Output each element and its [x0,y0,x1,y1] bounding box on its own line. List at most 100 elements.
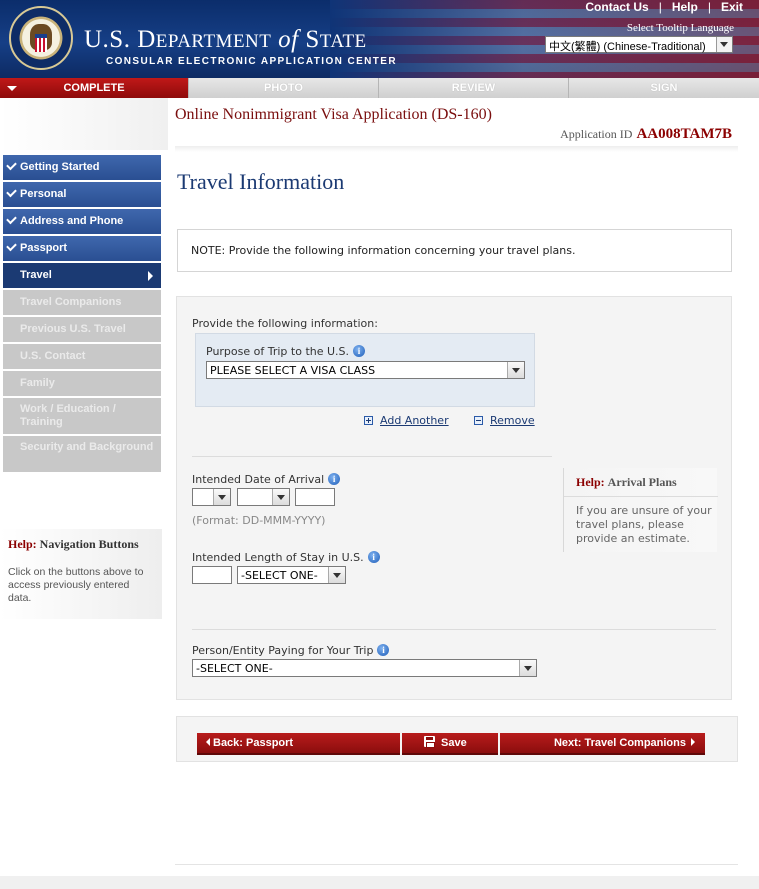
sidebar-nav: Getting Started Personal Address and Pho… [3,155,161,474]
save-button[interactable]: Save [402,733,498,755]
info-icon[interactable]: i [377,644,390,656]
sidebar-item-label: Security and Background [20,441,154,453]
sidebar-item-label: Passport [20,242,68,254]
divider [192,629,716,630]
arrival-help-panel: Help: Arrival Plans If you are unsure of… [563,468,718,552]
page-title: Travel Information [177,169,345,194]
remove-link[interactable]: Remove [474,414,535,427]
info-icon[interactable]: i [328,473,341,485]
sidebar-item-address-and-phone[interactable]: Address and Phone [3,209,161,234]
application-id-value: AA008TAM7B [636,126,732,142]
sidebar-item-label: Personal [20,188,67,200]
sidebar-item-label: Address and Phone [20,215,124,227]
help-link[interactable]: Help [662,0,708,16]
help-title-text: Arrival Plans [607,475,677,489]
step-complete[interactable]: COMPLETE [0,78,189,98]
back-button-label: Back: Passport [213,737,294,749]
sidebar-item-travel-companions: Travel Companions [3,290,161,315]
purpose-select[interactable]: PLEASE SELECT A VISA CLASS [206,361,525,379]
sidebar-item-label: Family [20,377,55,389]
divider [564,496,718,497]
chevron-down-icon[interactable] [507,362,524,378]
purpose-group: Purpose of Trip to the U.S. i PLEASE SELE… [195,333,535,407]
minus-square-icon [474,416,483,425]
title-us: U.S. D [84,26,156,53]
payer-label-text: Person/Entity Paying for Your Trip [192,644,374,657]
sidebar-item-passport[interactable]: Passport [3,236,161,261]
application-title: Online Nonimmigrant Visa Application (DS… [175,106,492,123]
step-sign: SIGN [569,78,759,98]
arrival-label: Intended Date of Arrival i [192,473,341,486]
purpose-label-text: Purpose of Trip to the U.S. [206,345,350,358]
stay-unit-select[interactable]: -SELECT ONE- [237,566,346,584]
sidebar-item-label: Getting Started [20,161,100,173]
application-id: Application ID AA008TAM7B [560,126,732,143]
sidebar-item-travel[interactable]: Travel [3,263,161,288]
help-prefix: Help: [576,475,605,489]
chevron-down-icon[interactable] [328,567,345,583]
payer-label: Person/Entity Paying for Your Trip i [192,644,390,657]
note-box: NOTE: Provide the following information … [177,229,732,272]
add-another-label: Add Another [380,414,449,427]
chevron-down-icon[interactable] [519,660,536,676]
info-icon[interactable]: i [353,345,366,357]
contact-us-link[interactable]: Contact Us [575,0,658,16]
help-title: Help: Navigation Buttons [8,537,162,552]
arrival-help-title: Help: Arrival Plans [576,475,717,490]
arrival-day-select[interactable] [192,488,231,506]
stay-length-input[interactable] [192,566,232,584]
check-icon [6,213,17,225]
sidebar-item-getting-started[interactable]: Getting Started [3,155,161,180]
info-icon[interactable]: i [367,551,380,563]
title-of: of [278,26,299,53]
chevron-down-icon[interactable] [213,489,230,505]
chevron-down-icon[interactable] [716,37,732,52]
next-button[interactable]: Next: Travel Companions [500,733,705,755]
stay-label-text: Intended Length of Stay in U.S. [192,551,364,564]
title-state: TATE [319,31,367,52]
footer-divider [175,864,738,865]
sidebar-item-label: Previous U.S. Travel [20,323,126,335]
site-title: U.S. DEPARTMENT of STATE [84,26,367,54]
language-value: 中文(繁體) (Chinese-Traditional) [549,41,706,53]
chevron-down-icon[interactable] [272,489,289,505]
help-text: Click on the buttons above to access pre… [8,566,144,604]
check-icon [6,159,17,171]
sidebar-item-label: Work / Education / Training [20,403,116,428]
footer-strip [0,876,759,889]
divider [192,456,552,457]
exit-link[interactable]: Exit [711,0,753,16]
top-links: Contact Us | Help | Exit [575,0,753,16]
chevron-left-icon [206,738,210,746]
sidebar-item-personal[interactable]: Personal [3,182,161,207]
arrival-label-text: Intended Date of Arrival [192,473,325,486]
travel-form: Provide the following information: Purpo… [176,296,732,700]
site-subtitle: CONSULAR ELECTRONIC APPLICATION CENTER [106,56,397,67]
arrival-year-input[interactable] [295,488,335,506]
title-department: EPARTMENT [155,31,272,52]
payer-select[interactable]: -SELECT ONE- [192,659,537,677]
site-header: Contact Us | Help | Exit U.S. DEPARTMENT… [0,0,759,78]
chevron-right-icon [148,271,153,281]
sidebar-item-family: Family [3,371,161,396]
arrival-month-select[interactable] [237,488,290,506]
sidebar-fade [0,98,168,150]
department-seal-icon [9,6,73,70]
arrival-help-text: If you are unsure of your travel plans, … [576,504,712,545]
form-intro: Provide the following information: [192,317,378,330]
help-title-text: Navigation Buttons [39,537,139,551]
title-s: S [305,26,320,53]
navigation-help-panel: Help: Navigation Buttons Click on the bu… [0,529,162,619]
sidebar-item-security: Security and Background [3,436,161,472]
purpose-label: Purpose of Trip to the U.S. i [206,345,366,358]
step-photo: PHOTO [189,78,379,98]
tooltip-language-label: Select Tooltip Language [626,22,734,34]
check-icon [6,240,17,252]
check-icon [6,186,17,198]
chevron-right-icon [691,738,695,746]
sidebar-item-label: Travel [20,269,52,281]
tooltip-language-select[interactable]: 中文(繁體) (Chinese-Traditional) [545,36,733,53]
next-button-label: Next: Travel Companions [553,737,686,749]
add-another-link[interactable]: Add Another [364,414,449,427]
back-button[interactable]: Back: Passport [197,733,400,755]
